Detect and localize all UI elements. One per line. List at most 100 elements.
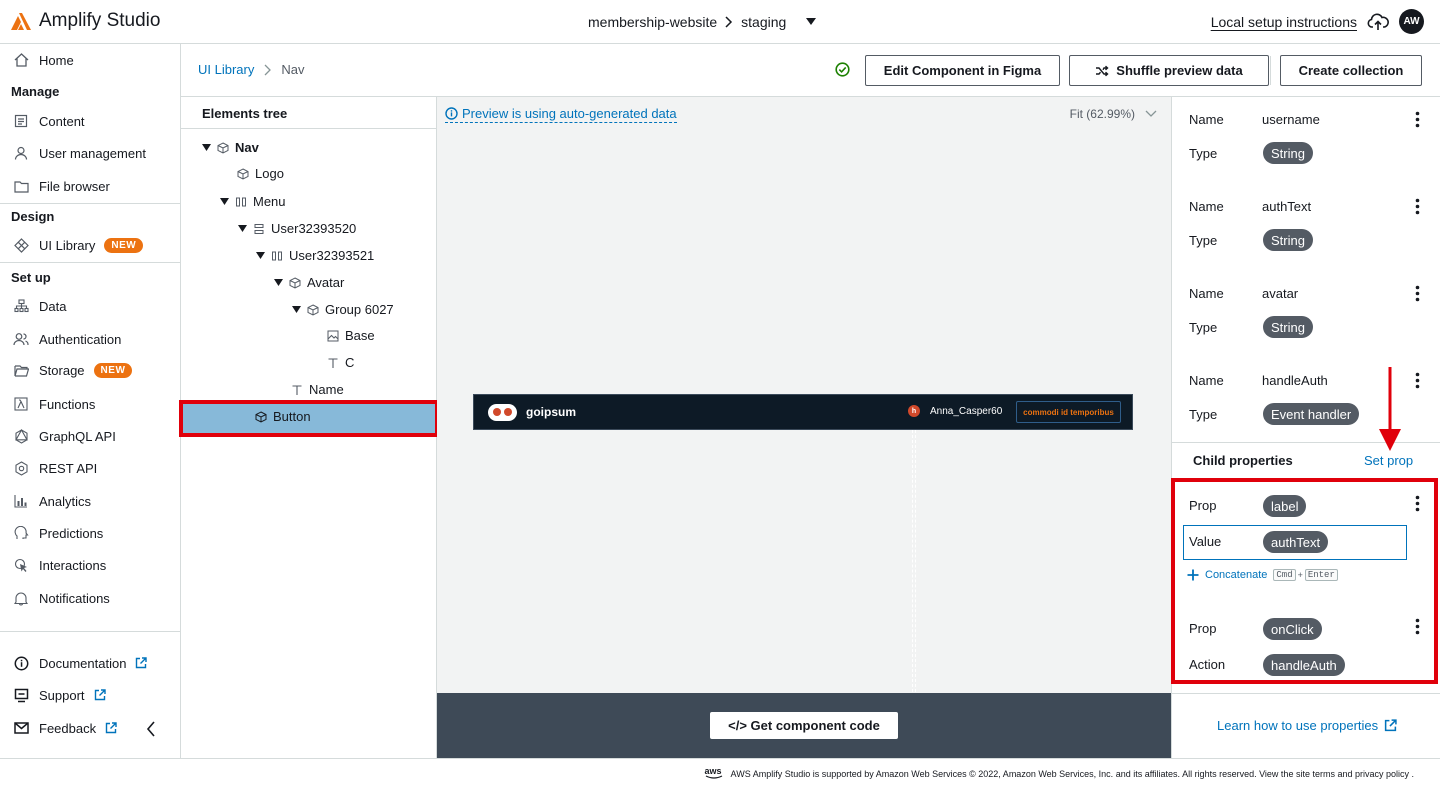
- edit-in-figma-button[interactable]: Edit Component in Figma: [865, 55, 1060, 86]
- child-action-pill[interactable]: handleAuth: [1263, 654, 1345, 676]
- child-prop-pill[interactable]: label: [1263, 495, 1307, 517]
- shuffle-preview-button[interactable]: Shuffle preview data: [1069, 55, 1269, 86]
- preview-canvas[interactable]: Preview is using auto-generated data Fit…: [437, 97, 1171, 693]
- tree-node-user32393521[interactable]: User32393521: [256, 248, 374, 263]
- prop-name-value[interactable]: avatar: [1262, 286, 1298, 301]
- tree-node-avatar[interactable]: Avatar: [274, 275, 344, 290]
- tree-node-c[interactable]: C: [327, 355, 354, 370]
- tree-node-nav[interactable]: Nav: [202, 140, 259, 155]
- rows-icon: [253, 223, 265, 235]
- sidebar-item-graphql-api[interactable]: GraphQL API: [12, 427, 116, 445]
- child-value-pill[interactable]: authText: [1263, 531, 1329, 553]
- app-logo[interactable]: Amplify Studio: [10, 10, 160, 32]
- get-component-code-button[interactable]: </> Get component code: [710, 712, 898, 739]
- logo-text: goipsum: [526, 405, 576, 419]
- external-link-icon: [1384, 719, 1397, 732]
- nav-component-preview[interactable]: goipsum h Anna_Casper60 commodi id tempo…: [473, 394, 1133, 430]
- new-badge: NEW: [104, 237, 144, 253]
- tree-node-name[interactable]: Name: [291, 382, 344, 397]
- learn-properties-link[interactable]: Learn how to use properties: [1217, 718, 1397, 733]
- more-options-icon[interactable]: [1415, 495, 1420, 512]
- code-bar: </> Get component code: [437, 693, 1171, 758]
- caret-down-icon[interactable]: [202, 143, 211, 152]
- toolbar-divider: [1270, 56, 1271, 85]
- more-options-icon[interactable]: [1415, 372, 1420, 389]
- more-options-icon[interactable]: [1415, 285, 1420, 302]
- prop-name-value[interactable]: handleAuth: [1262, 373, 1328, 388]
- caret-down-icon[interactable]: [256, 251, 265, 260]
- data-tree-icon: [12, 297, 30, 315]
- sidebar-item-support[interactable]: Support: [12, 686, 106, 704]
- tree-node-logo[interactable]: Logo: [237, 166, 284, 181]
- set-prop-link[interactable]: Set prop: [1364, 453, 1413, 468]
- more-options-icon[interactable]: [1415, 111, 1420, 128]
- create-collection-button[interactable]: Create collection: [1280, 55, 1422, 86]
- sidebar-item-predictions[interactable]: Predictions: [12, 524, 103, 542]
- breadcrumb-ui-library[interactable]: UI Library: [198, 62, 254, 77]
- child-prop-label: Prop: [1189, 498, 1217, 513]
- caret-down-icon[interactable]: [238, 224, 247, 233]
- bar-chart-icon: [12, 492, 30, 510]
- sidebar-item-storage[interactable]: Storage NEW: [12, 361, 133, 379]
- child-prop-label: Prop: [1189, 621, 1217, 636]
- user-avatar[interactable]: AW: [1399, 9, 1424, 34]
- prop-type-pill[interactable]: String: [1263, 229, 1313, 251]
- collapse-sidebar-icon[interactable]: [146, 721, 156, 737]
- preview-note-link[interactable]: Preview is using auto-generated data: [445, 106, 677, 123]
- elements-tree-panel: Elements tree Nav Logo Menu User32393520…: [181, 97, 437, 758]
- prop-name-value[interactable]: authText: [1262, 199, 1311, 214]
- concatenate-link[interactable]: Concatenate Cmd + Enter: [1187, 569, 1338, 581]
- ui-library-icon: [12, 236, 30, 254]
- tree-node-group-6027[interactable]: Group 6027: [292, 302, 394, 317]
- tree-node-base[interactable]: Base: [327, 328, 375, 343]
- sidebar-item-home[interactable]: Home: [12, 51, 74, 69]
- sidebar-item-documentation[interactable]: Documentation: [12, 654, 148, 672]
- caret-down-icon[interactable]: [274, 278, 283, 287]
- zoom-select[interactable]: Fit (62.99%): [1070, 107, 1157, 121]
- sidebar-item-ui-library[interactable]: UI Library NEW: [12, 236, 144, 254]
- content-icon: [12, 112, 30, 130]
- local-setup-link[interactable]: Local setup instructions: [1211, 14, 1357, 30]
- prop-type-pill[interactable]: String: [1263, 316, 1313, 338]
- sidebar-item-functions[interactable]: Functions: [12, 395, 95, 413]
- sidebar-item-user-management[interactable]: User management: [12, 144, 146, 162]
- sidebar-item-rest-api[interactable]: REST API: [12, 459, 97, 477]
- sidebar-item-feedback[interactable]: Feedback: [12, 719, 117, 737]
- external-link-icon: [94, 689, 106, 701]
- component-icon: [217, 141, 229, 154]
- environment-name[interactable]: staging: [741, 14, 786, 30]
- cloud-upload-icon[interactable]: [1367, 12, 1389, 32]
- more-options-icon[interactable]: [1415, 618, 1420, 635]
- prop-type-pill[interactable]: String: [1263, 142, 1313, 164]
- sidebar-item-interactions[interactable]: Interactions: [12, 556, 106, 574]
- external-link-icon: [105, 722, 117, 734]
- more-options-icon[interactable]: [1415, 198, 1420, 215]
- info-icon: [12, 654, 30, 672]
- project-name[interactable]: membership-website: [588, 14, 717, 30]
- tree-node-user32393520[interactable]: User32393520: [238, 221, 356, 236]
- section-manage: Manage: [11, 84, 60, 99]
- info-icon: [445, 107, 458, 120]
- prop-name-value[interactable]: username: [1262, 112, 1320, 127]
- prop-type-pill[interactable]: Event handler: [1263, 403, 1360, 425]
- columns-icon: [271, 250, 283, 262]
- sidebar-item-file-browser[interactable]: File browser: [12, 177, 110, 195]
- child-prop-pill[interactable]: onClick: [1263, 618, 1322, 640]
- project-selector[interactable]: membership-website staging: [588, 14, 817, 30]
- caret-down-icon[interactable]: [806, 18, 817, 26]
- sidebar-item-analytics[interactable]: Analytics: [12, 492, 91, 510]
- caret-down-icon[interactable]: [292, 305, 301, 314]
- sidebar-item-data[interactable]: Data: [12, 297, 66, 315]
- tree-node-button[interactable]: Button: [255, 409, 311, 424]
- sidebar-item-content[interactable]: Content: [12, 112, 85, 130]
- prop-type-label: Type: [1189, 233, 1218, 248]
- nav-auth-button[interactable]: commodi id temporibus: [1016, 401, 1121, 423]
- goipsum-logo: [488, 404, 517, 421]
- section-setup: Set up: [11, 270, 51, 285]
- tree-node-menu[interactable]: Menu: [220, 194, 286, 209]
- sidebar-item-notifications[interactable]: Notifications: [12, 589, 110, 607]
- caret-down-icon[interactable]: [220, 197, 229, 206]
- sidebar-item-authentication[interactable]: Authentication: [12, 330, 121, 348]
- child-action-label: Action: [1189, 657, 1226, 672]
- elements-tree-title: Elements tree: [181, 97, 436, 129]
